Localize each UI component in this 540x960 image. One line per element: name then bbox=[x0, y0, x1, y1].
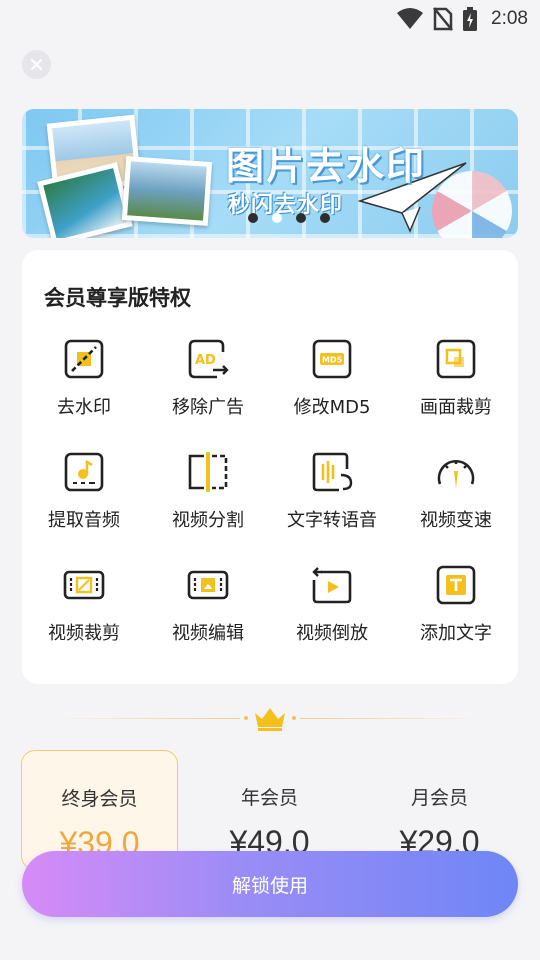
feature-label: 视频裁剪 bbox=[48, 623, 120, 644]
svg-text:MD5: MD5 bbox=[322, 356, 343, 365]
speedometer-icon bbox=[437, 460, 475, 488]
video-crop-icon bbox=[63, 570, 105, 600]
page-dot[interactable] bbox=[320, 213, 330, 223]
status-bar: 2:08 bbox=[0, 0, 540, 38]
privileges-title: 会员尊享版特权 bbox=[44, 286, 191, 310]
feature-video-split[interactable]: 视频分割 bbox=[146, 449, 270, 562]
page-dot[interactable] bbox=[296, 213, 306, 223]
status-time: 2:08 bbox=[491, 8, 528, 29]
video-split-icon bbox=[188, 452, 228, 492]
md5-icon: MD5 bbox=[312, 339, 352, 379]
feature-label: 视频倒放 bbox=[296, 623, 368, 644]
unlock-button[interactable]: 解锁使用 bbox=[22, 851, 518, 917]
feature-label: 视频变速 bbox=[420, 510, 492, 531]
audio-extract-icon bbox=[64, 452, 104, 492]
feature-label: 视频编辑 bbox=[172, 623, 244, 644]
feature-video-crop[interactable]: 视频裁剪 bbox=[22, 562, 146, 675]
banner-page-indicator bbox=[248, 213, 330, 223]
divider-line-left bbox=[50, 718, 240, 719]
divider-line-right bbox=[300, 718, 490, 719]
close-button[interactable] bbox=[22, 50, 51, 79]
feature-label: 视频分割 bbox=[172, 510, 244, 531]
battery-charging-icon bbox=[463, 7, 478, 31]
feature-remove-watermark[interactable]: 去水印 bbox=[22, 336, 146, 449]
feature-label: 去水印 bbox=[57, 397, 111, 418]
feature-label: 文字转语音 bbox=[287, 510, 377, 531]
feature-add-text[interactable]: 添加文字 bbox=[394, 562, 518, 675]
divider-dot bbox=[244, 716, 248, 720]
svg-text:AD: AD bbox=[195, 353, 216, 368]
page-dot[interactable] bbox=[248, 213, 258, 223]
feature-label: 修改MD5 bbox=[293, 397, 371, 418]
feature-remove-ads[interactable]: AD 移除广告 bbox=[146, 336, 270, 449]
privileges-grid: 去水印 AD 移除广告 MD5 修改MD5 画面裁剪 提取音频 视频分割 文字转… bbox=[22, 336, 518, 675]
feature-video-reverse[interactable]: 视频倒放 bbox=[270, 562, 394, 675]
feature-label: 移除广告 bbox=[172, 397, 244, 418]
frame-crop-icon bbox=[436, 339, 476, 379]
plan-name: 月会员 bbox=[410, 787, 468, 809]
watermark-remove-icon bbox=[64, 339, 104, 379]
banner-title: 图片去水印 bbox=[226, 144, 427, 188]
promo-banner[interactable]: 图片去水印 秒闪去水印 bbox=[22, 109, 518, 238]
feature-label: 添加文字 bbox=[420, 623, 492, 644]
crown-divider bbox=[50, 704, 490, 734]
feature-video-edit[interactable]: 视频编辑 bbox=[146, 562, 270, 675]
feature-text-to-speech[interactable]: 文字转语音 bbox=[270, 449, 394, 562]
text-to-speech-icon bbox=[312, 452, 353, 492]
feature-label: 画面裁剪 bbox=[420, 397, 492, 418]
close-icon bbox=[31, 59, 42, 70]
feature-video-speed[interactable]: 视频变速 bbox=[394, 449, 518, 562]
divider-dot bbox=[292, 716, 296, 720]
add-text-icon bbox=[436, 565, 476, 605]
feature-frame-crop[interactable]: 画面裁剪 bbox=[394, 336, 518, 449]
feature-label: 提取音频 bbox=[48, 510, 120, 531]
plan-name: 终身会员 bbox=[61, 788, 138, 810]
feature-modify-md5[interactable]: MD5 修改MD5 bbox=[270, 336, 394, 449]
video-edit-icon bbox=[187, 570, 229, 600]
banner-photo-lake bbox=[121, 156, 213, 226]
crown-icon bbox=[255, 708, 285, 731]
ad-remove-icon: AD bbox=[188, 339, 229, 379]
wifi-icon bbox=[397, 8, 424, 29]
video-reverse-icon bbox=[312, 567, 352, 604]
privileges-card: 会员尊享版特权 去水印 AD 移除广告 MD5 修改MD5 画面裁剪 提取音频 … bbox=[22, 250, 518, 684]
plan-name: 年会员 bbox=[240, 787, 298, 809]
page-dot-active[interactable] bbox=[272, 213, 282, 223]
feature-extract-audio[interactable]: 提取音频 bbox=[22, 449, 146, 562]
no-sim-icon bbox=[433, 7, 453, 31]
